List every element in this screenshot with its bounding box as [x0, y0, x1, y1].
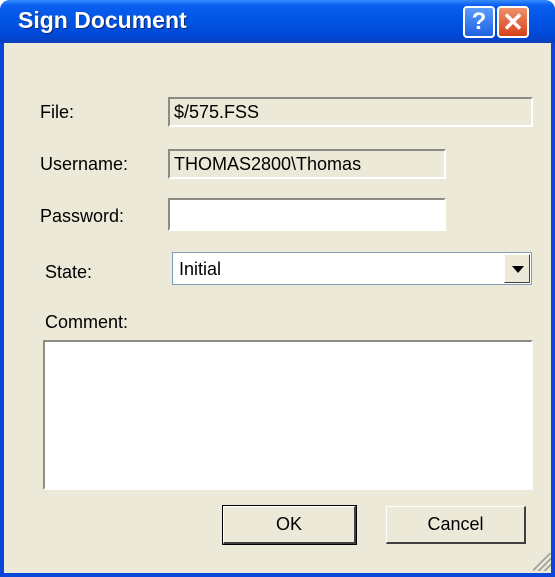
username-field: THOMAS2800\Thomas [168, 149, 446, 179]
help-icon: ? [471, 8, 487, 35]
password-label: Password: [40, 206, 125, 226]
ok-button[interactable]: OK [222, 505, 357, 545]
cancel-button[interactable]: Cancel [386, 506, 526, 544]
state-label: State: [45, 262, 93, 282]
comment-textarea[interactable] [43, 340, 533, 490]
file-field: $/575.FSS [168, 97, 533, 127]
chevron-down-icon [512, 266, 524, 273]
file-label: File: [40, 102, 75, 122]
resize-grip-icon[interactable] [533, 553, 551, 571]
state-selected-value: Initial [179, 259, 222, 279]
close-button[interactable]: ✕ [497, 6, 529, 38]
close-icon: ✕ [502, 6, 524, 37]
password-field[interactable] [168, 198, 446, 231]
sign-document-dialog: Sign Document ? ✕ File: $/575.FSS Userna… [0, 0, 555, 577]
title-bar[interactable]: Sign Document ? ✕ [0, 0, 555, 43]
state-dropdown-button[interactable] [504, 254, 530, 283]
state-select[interactable]: Initial [172, 252, 532, 285]
comment-label: Comment: [45, 312, 129, 332]
username-label: Username: [40, 154, 129, 174]
dialog-title: Sign Document [18, 7, 187, 33]
help-button[interactable]: ? [463, 6, 495, 38]
